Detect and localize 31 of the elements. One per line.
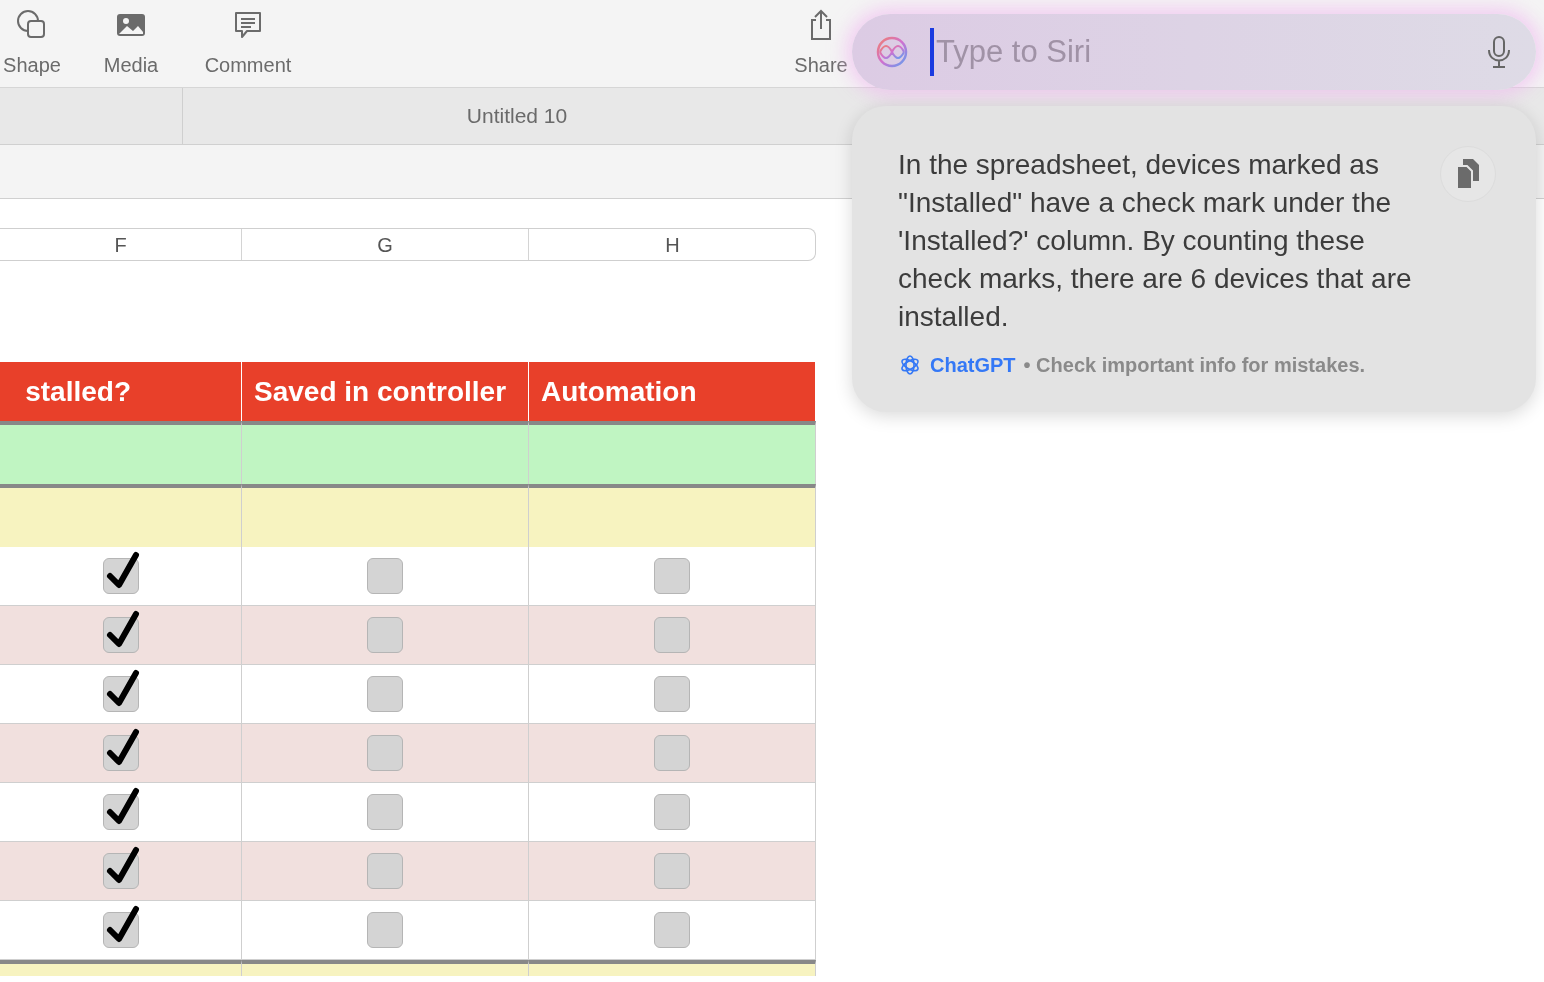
toolbar-button[interactable]: Comment [203,8,293,80]
column-header: stalled? [0,362,242,421]
checkbox[interactable] [367,617,403,653]
toolbar-button[interactable]: Media [86,8,176,80]
siri-icon [874,34,910,70]
checkbox[interactable] [654,558,690,594]
checkbox[interactable] [654,676,690,712]
checkbox[interactable] [367,794,403,830]
checkbox[interactable] [654,735,690,771]
checkbox[interactable] [367,912,403,948]
siri-search-bar[interactable]: Type to Siri [852,14,1536,90]
checkbox[interactable] [367,853,403,889]
checkbox[interactable] [654,912,690,948]
share-button[interactable]: Share [792,8,850,80]
checkbox[interactable] [367,558,403,594]
column-header: Automation [529,362,816,421]
chatgpt-logo-icon [898,353,922,377]
siri-input-field[interactable]: Type to Siri [930,27,1484,77]
checkbox[interactable] [654,853,690,889]
column-letter[interactable]: F [0,229,242,260]
toolbar-button[interactable]: Shape [0,8,77,80]
column-letter[interactable]: G [242,229,529,260]
disclaimer-text: • Check important info for mistakes. [1023,353,1366,378]
column-header: Saved in controller [242,362,529,421]
response-text: In the spreadsheet, devices marked as "Installed" have a check mark under the 'Installed?' column. By counting these check marks, there are 6 devices that are installed. [898,148,1413,334]
checkbox[interactable] [654,794,690,830]
checkbox[interactable] [654,617,690,653]
column-letter[interactable]: H [529,229,816,260]
source-name: ChatGPT [930,353,1016,378]
checkbox[interactable] [367,676,403,712]
checkbox[interactable] [367,735,403,771]
